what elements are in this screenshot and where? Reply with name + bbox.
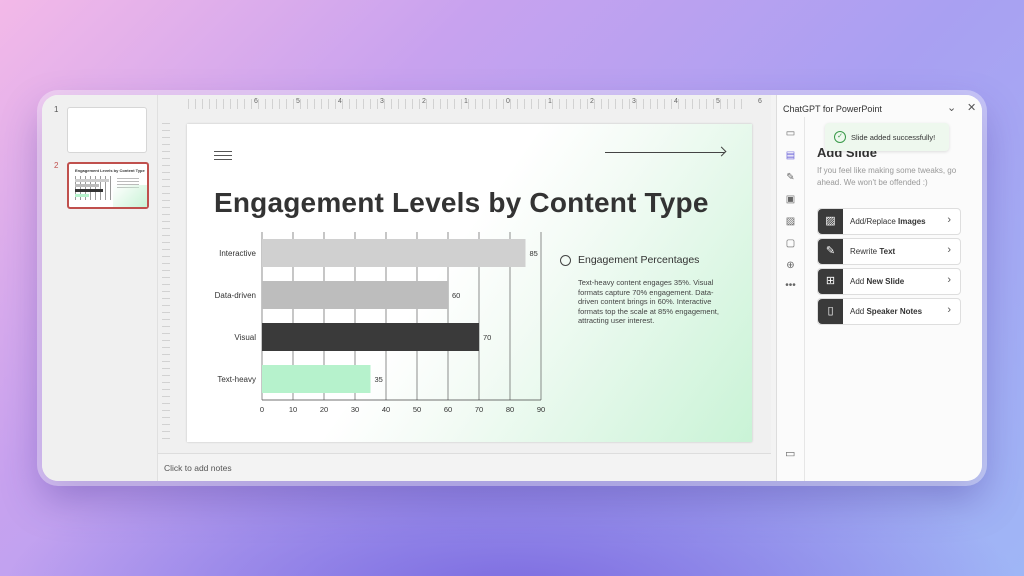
chevron-right-icon: › xyxy=(947,214,951,226)
check-circle-icon: ✓ xyxy=(834,131,846,143)
rewrite-text-button[interactable]: ✎ Rewrite Text › xyxy=(817,238,961,265)
pencil-icon[interactable]: ✎ xyxy=(785,172,796,183)
ruler-tick-label: 6 xyxy=(254,98,258,105)
ruler-tick-label: 3 xyxy=(632,98,636,105)
close-icon[interactable]: ✕ xyxy=(967,101,976,114)
bar-chart[interactable]: Interactive 85 Data-driven 60 Visual 70 Text-h… xyxy=(187,224,557,444)
slide-editor: 6543210123456 Engagement Levels by Conte… xyxy=(158,95,885,481)
legend-title[interactable]: Engagement Percentages xyxy=(578,254,699,266)
data-label: 60 xyxy=(452,291,460,300)
menu-lines-icon xyxy=(214,151,232,163)
bar xyxy=(262,239,526,267)
edit-box-icon[interactable]: ▣ xyxy=(785,194,796,205)
tick-label: 20 xyxy=(320,405,328,414)
tick-label: 30 xyxy=(351,405,359,414)
notes-placeholder: Click to add notes xyxy=(164,463,232,473)
thumbnail-gradient xyxy=(113,185,147,207)
toast-message: Slide added successfully! xyxy=(851,133,936,142)
tick-label: 40 xyxy=(382,405,390,414)
ruler-tick-label: 1 xyxy=(464,98,468,105)
slide-canvas[interactable]: Engagement Levels by Content Type Intera… xyxy=(187,124,752,442)
thumbnail-bar xyxy=(75,189,103,192)
category-label: Visual xyxy=(234,333,256,342)
bar xyxy=(262,281,448,309)
add-slide-icon: ⊞ xyxy=(818,269,843,294)
action-label: Add Speaker Notes xyxy=(850,307,923,316)
slide-number-2: 2 xyxy=(54,161,59,170)
action-label: Add/Replace Images xyxy=(850,217,926,226)
legend-description[interactable]: Text-heavy content engages 35%. Visual f… xyxy=(578,278,728,326)
add-replace-images-button[interactable]: ▨ Add/Replace Images › xyxy=(817,208,961,235)
ruler-tick-label: 5 xyxy=(716,98,720,105)
ruler-tick-label: 2 xyxy=(422,98,426,105)
data-label: 85 xyxy=(530,249,538,258)
panel-title: ChatGPT for PowerPoint xyxy=(783,104,882,114)
vertical-ruler xyxy=(162,123,170,443)
tick-label: 10 xyxy=(289,405,297,414)
slide-thumbnail-panel: 1 2 Engagement Levels by Content Type xyxy=(42,95,158,481)
pencil-icon: ✎ xyxy=(818,239,843,264)
circle-icon xyxy=(560,255,571,266)
ruler-tick-label: 1 xyxy=(548,98,552,105)
clipboard-icon: ▯ xyxy=(818,299,843,324)
action-label: Add New Slide xyxy=(850,277,905,286)
panel-icon-bar: ▭ ▤ ✎ ▣ ▨ ▢ ⊕ ••• xyxy=(777,117,805,481)
note-icon[interactable]: ▢ xyxy=(785,238,796,249)
image-icon: ▨ xyxy=(818,209,843,234)
powerpoint-window: 1 2 Engagement Levels by Content Type 6 5… xyxy=(42,95,982,481)
category-label: Text-heavy xyxy=(217,375,256,384)
ruler-tick-label: 3 xyxy=(380,98,384,105)
ruler-tick-label: 6 xyxy=(758,98,762,105)
presentation-icon[interactable]: ▭ xyxy=(785,128,796,139)
ruler-tick-label: 5 xyxy=(296,98,300,105)
thumbnail-title: Engagement Levels by Content Type xyxy=(75,168,145,173)
document-icon[interactable]: ▤ xyxy=(785,150,796,161)
add-new-slide-button[interactable]: ⊞ Add New Slide › xyxy=(817,268,961,295)
arrow-right-icon xyxy=(716,146,727,157)
ruler-tick-label: 4 xyxy=(338,98,342,105)
tick-label: 60 xyxy=(444,405,452,414)
category-label: Data-driven xyxy=(215,291,256,300)
hint-text: If you feel like making some tweaks, go … xyxy=(817,166,957,187)
data-label: 35 xyxy=(375,375,383,384)
tick-label: 50 xyxy=(413,405,421,414)
chatgpt-side-panel: ChatGPT for PowerPoint ⌄ ✕ ▭ ▤ ✎ ▣ ▨ ▢ ⊕… xyxy=(776,95,982,481)
ruler-tick-label: 4 xyxy=(674,98,678,105)
ruler-tick-label: 0 xyxy=(506,98,510,105)
tick-label: 80 xyxy=(506,405,514,414)
ruler-tick-label: 2 xyxy=(590,98,594,105)
tick-label: 70 xyxy=(475,405,483,414)
add-speaker-notes-button[interactable]: ▯ Add Speaker Notes › xyxy=(817,298,961,325)
more-icon[interactable]: ••• xyxy=(785,280,796,291)
slide-thumbnail-1[interactable] xyxy=(67,107,147,153)
chevron-right-icon: › xyxy=(947,244,951,256)
success-toast: ✓ Slide added successfully! xyxy=(825,123,949,151)
arrow-line xyxy=(605,152,725,153)
tick-label: 0 xyxy=(260,405,264,414)
action-label: Rewrite Text xyxy=(850,247,896,256)
notes-pane[interactable]: Click to add notes xyxy=(158,453,771,481)
chevron-down-icon[interactable]: ⌄ xyxy=(947,101,956,114)
data-label: 70 xyxy=(483,333,491,342)
chevron-right-icon: › xyxy=(947,274,951,286)
slide-title[interactable]: Engagement Levels by Content Type xyxy=(214,187,709,219)
add-circle-icon[interactable]: ⊕ xyxy=(785,260,796,271)
thumbnail-bar xyxy=(75,179,109,182)
category-label: Interactive xyxy=(219,249,256,258)
chevron-right-icon: › xyxy=(947,304,951,316)
image-icon[interactable]: ▨ xyxy=(785,216,796,227)
slide-thumbnail-2[interactable]: Engagement Levels by Content Type xyxy=(67,162,149,209)
horizontal-ruler xyxy=(188,99,748,109)
chat-bubble-icon[interactable]: ▭ xyxy=(785,447,795,460)
slide-number-1: 1 xyxy=(54,105,59,114)
thumbnail-bar xyxy=(75,184,99,187)
thumbnail-bar xyxy=(75,194,89,197)
bar xyxy=(262,365,371,393)
bar xyxy=(262,323,479,351)
tick-label: 90 xyxy=(537,405,545,414)
